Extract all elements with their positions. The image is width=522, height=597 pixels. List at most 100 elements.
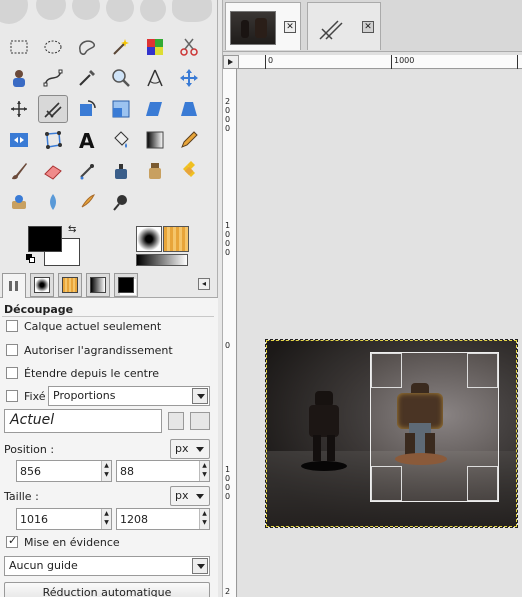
image-tab-photo[interactable]: ✕ [225, 2, 301, 50]
zoom-icon[interactable] [106, 64, 136, 92]
tab-gradients[interactable] [86, 273, 110, 297]
size-unit-select[interactable]: px [170, 486, 210, 506]
pattern-preview[interactable] [163, 226, 189, 252]
gradient-preview[interactable] [136, 254, 188, 266]
color-picker-icon[interactable] [72, 64, 102, 92]
crop-handle-bottom-left[interactable] [371, 466, 402, 501]
position-unit-value: px [175, 442, 189, 455]
tab-fonts[interactable] [114, 273, 138, 297]
heal-icon[interactable] [174, 157, 204, 185]
text-icon[interactable]: A [72, 126, 102, 154]
size-w-input[interactable]: 1016 ▲ ▼ [16, 508, 112, 530]
fixed-mode-select[interactable]: Proportions [48, 386, 210, 406]
current-layer-only-label: Calque actuel seulement [24, 320, 162, 333]
crop-dim-left [267, 341, 370, 526]
tool-options-panel: Découpage Calque actuel seulement Autori… [0, 298, 218, 597]
ruler-h-tick-0: 0 [268, 56, 274, 65]
position-unit-select[interactable]: px [170, 439, 210, 459]
ruler-v-tick-1000b: 1 0 0 0 [225, 465, 231, 501]
ruler-h-tick-1000: 1000 [394, 56, 415, 65]
position-x-input[interactable]: 856 ▲ ▼ [16, 460, 112, 482]
align-icon[interactable] [4, 95, 34, 123]
landscape-icon[interactable] [190, 412, 210, 430]
flip-icon[interactable] [4, 126, 34, 154]
crop-handle-top-right[interactable] [467, 353, 498, 388]
options-title: Découpage [4, 303, 74, 316]
scissors-select-icon[interactable] [174, 33, 204, 61]
tab-brushes[interactable] [30, 273, 54, 297]
close-icon[interactable]: ✕ [362, 21, 374, 33]
tab-patterns[interactable] [58, 273, 82, 297]
brush-preview[interactable] [136, 226, 162, 252]
size-h-spinner[interactable]: ▲ ▼ [199, 509, 209, 529]
brushes-icon [34, 277, 50, 293]
close-icon[interactable]: ✕ [284, 21, 296, 33]
guides-select[interactable]: Aucun guide [4, 556, 210, 576]
free-select-icon[interactable] [72, 33, 102, 61]
ruler-v-tick-0: 0 [225, 341, 231, 350]
chevron-down-icon [192, 388, 208, 404]
size-w-spinner[interactable]: ▲ ▼ [101, 509, 111, 529]
blend-icon[interactable] [140, 126, 170, 154]
expand-from-center-checkbox[interactable] [6, 367, 18, 379]
image-tabs: ✕ ✕ [223, 0, 522, 52]
size-h-input[interactable]: 1208 ▲ ▼ [116, 508, 210, 530]
highlight-checkbox[interactable] [6, 534, 18, 548]
position-y-spinner[interactable]: ▲ ▼ [199, 461, 209, 481]
measure-icon[interactable] [140, 64, 170, 92]
tab-menu-icon[interactable]: ◂ [198, 278, 210, 290]
reset-colors-icon[interactable] [26, 254, 36, 264]
swap-colors-icon[interactable]: ⇆ [68, 224, 76, 235]
dodge-burn-icon[interactable] [106, 188, 136, 216]
rect-select-icon[interactable] [4, 33, 34, 61]
current-layer-only-checkbox[interactable] [6, 320, 18, 332]
guides-value: Aucun guide [9, 559, 78, 572]
image-tab-tool[interactable]: ✕ [307, 2, 381, 50]
colors-icon [118, 277, 134, 293]
size-unit-value: px [175, 489, 189, 502]
aspect-value-input[interactable]: Actuel [4, 409, 162, 433]
clone-icon[interactable] [140, 157, 170, 185]
crop-handle-bottom-right[interactable] [467, 466, 498, 501]
perspective-icon[interactable] [174, 95, 204, 123]
portrait-icon[interactable] [168, 412, 184, 430]
bucket-fill-icon[interactable] [106, 126, 136, 154]
size-h-value: 1208 [120, 513, 148, 526]
smudge-icon[interactable] [72, 188, 102, 216]
crop-handle-top-left[interactable] [371, 353, 402, 388]
select-by-color-icon[interactable] [140, 33, 170, 61]
position-y-input[interactable]: 88 ▲ ▼ [116, 460, 210, 482]
move-icon[interactable] [174, 64, 204, 92]
fuzzy-select-icon[interactable] [106, 33, 136, 61]
paths-icon[interactable] [38, 64, 68, 92]
foreground-select-icon[interactable] [4, 64, 34, 92]
crop-icon[interactable] [38, 95, 68, 123]
shear-icon[interactable] [140, 95, 170, 123]
tab-tool-options[interactable] [2, 273, 26, 299]
allow-growing-label: Autoriser l'agrandissement [24, 344, 173, 357]
fixed-checkbox[interactable] [6, 390, 18, 402]
position-x-spinner[interactable]: ▲ ▼ [101, 461, 111, 481]
position-label: Position : [4, 443, 55, 456]
divider [2, 316, 214, 317]
airbrush-icon[interactable] [72, 157, 102, 185]
cage-transform-icon[interactable] [38, 126, 68, 154]
eraser-icon[interactable] [38, 157, 68, 185]
ellipse-select-icon[interactable] [38, 33, 68, 61]
ruler-corner-menu-icon[interactable] [223, 55, 239, 69]
ink-icon[interactable] [106, 157, 136, 185]
ruler-v-tick-2000: 2 0 0 0 [225, 97, 231, 133]
svg-text:A: A [79, 129, 95, 151]
rotate-icon[interactable] [72, 95, 102, 123]
ruler-v-tick-2: 2 [225, 587, 231, 596]
pencil-icon[interactable] [174, 126, 204, 154]
crop-rectangle[interactable] [370, 352, 499, 502]
paintbrush-icon[interactable] [4, 157, 34, 185]
foreground-color[interactable] [28, 226, 62, 252]
scale-icon[interactable] [106, 95, 136, 123]
allow-growing-checkbox[interactable] [6, 344, 18, 356]
crop-dim-right [499, 341, 516, 526]
perspective-clone-icon[interactable] [4, 188, 34, 216]
blur-icon[interactable] [38, 188, 68, 216]
auto-shrink-button[interactable]: Réduction automatique [4, 582, 210, 597]
